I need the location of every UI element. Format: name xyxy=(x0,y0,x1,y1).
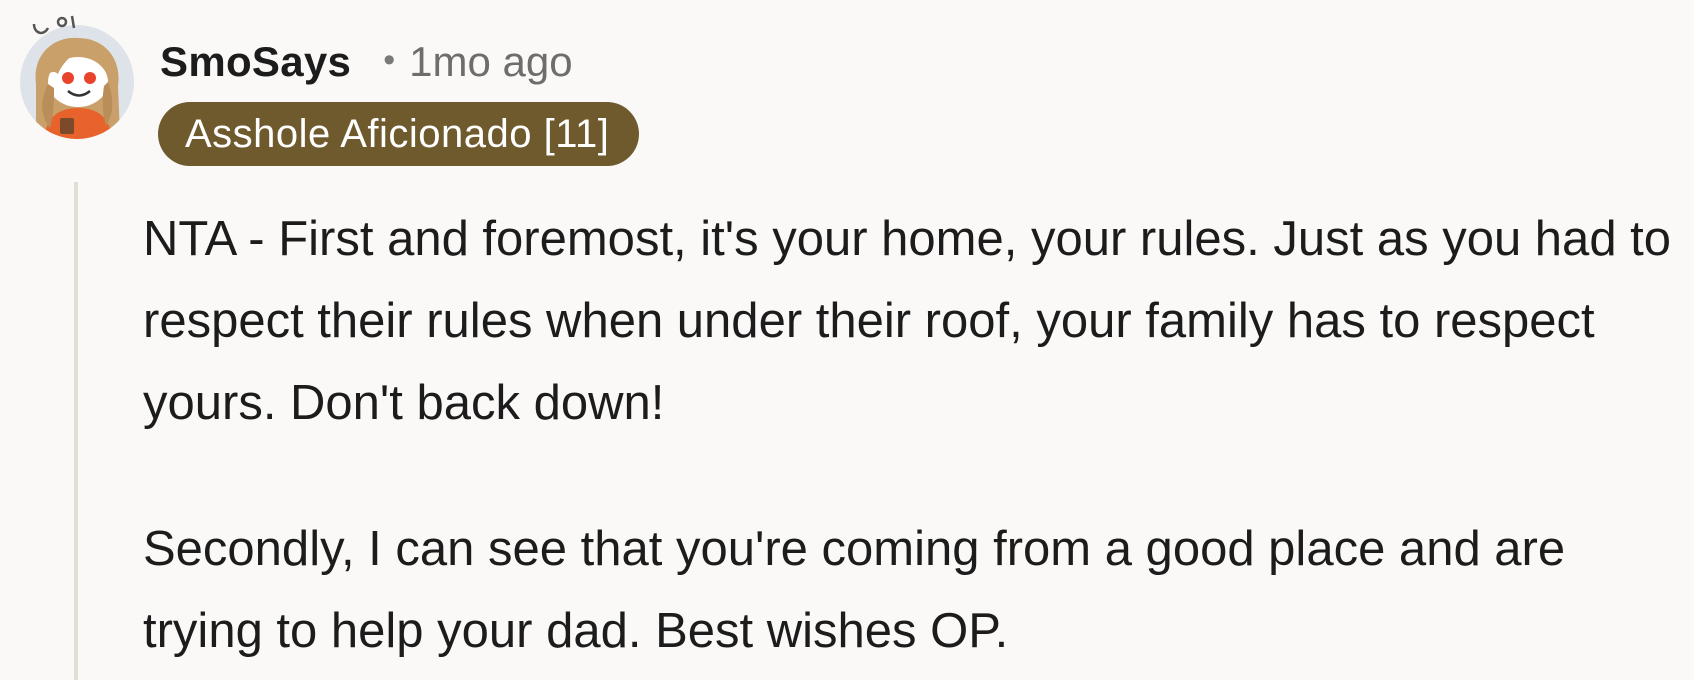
user-flair-badge: Asshole Aficionado [11] xyxy=(158,102,640,166)
comment-paragraph: NTA - First and foremost, it's your home… xyxy=(143,212,1672,430)
comment-body: NTA - First and foremost, it's your home… xyxy=(143,198,1683,672)
comment-header: SmoSays • 1mo ago xyxy=(160,38,573,86)
separator-dot: • xyxy=(383,40,396,79)
comment: SmoSays • 1mo ago Asshole Aficionado [11… xyxy=(0,0,1694,680)
username-link[interactable]: SmoSays xyxy=(160,38,351,86)
avatar[interactable] xyxy=(14,14,140,144)
timestamp[interactable]: 1mo ago xyxy=(409,38,572,86)
comment-paragraph: Secondly, I can see that you're coming f… xyxy=(143,522,1566,658)
snoo-avatar-icon xyxy=(20,15,134,139)
thread-line[interactable] xyxy=(74,182,78,680)
